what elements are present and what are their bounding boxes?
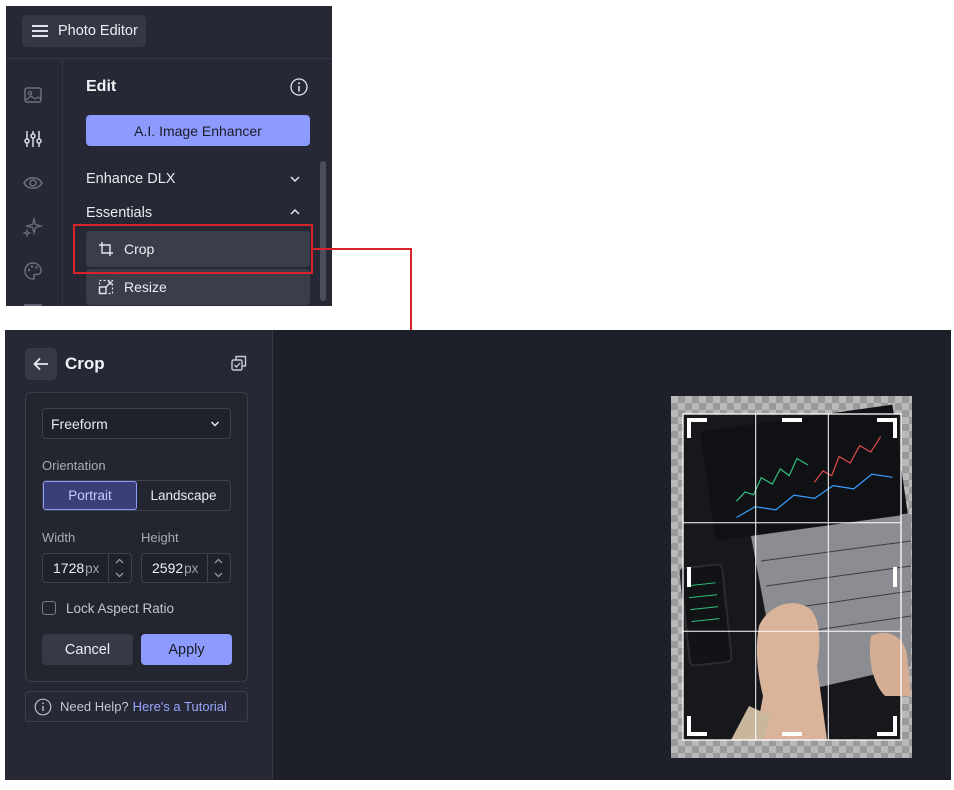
cancel-button[interactable]: Cancel [42,634,133,665]
orientation-toggle: Portrait Landscape [42,480,231,511]
aspect-ratio-value: Freeform [51,415,108,432]
width-stepper[interactable] [108,554,131,582]
help-text: Need Help? [60,699,129,714]
width-value: 1728 [53,560,85,576]
height-stepper[interactable] [207,554,230,582]
width-unit: px [85,560,100,576]
height-input[interactable]: 2592 px [141,553,231,583]
photo [679,404,912,740]
chevron-down-icon[interactable] [115,571,124,578]
chevron-down-icon[interactable] [214,571,223,578]
width-input[interactable]: 1728 px [42,553,132,583]
height-label: Height [141,530,179,545]
crop-sidebar: Crop Freeform Orientation Portrait Lands… [5,330,273,780]
crop-title: Crop [65,354,105,373]
tutorial-link[interactable]: Here's a Tutorial [133,699,227,714]
landscape-button[interactable]: Landscape [137,481,230,510]
chevron-up-icon[interactable] [214,558,223,565]
aspect-ratio-select[interactable]: Freeform [42,408,231,439]
width-label: Width [42,530,76,545]
arrow-left-icon [33,357,48,371]
lock-aspect-ratio-label: Lock Aspect Ratio [66,601,175,616]
portrait-button[interactable]: Portrait [43,481,137,510]
copy-icon[interactable] [230,354,248,372]
info-icon [34,698,52,715]
chevron-down-icon [210,421,220,427]
help-bar: Need Help? Here's a Tutorial [25,691,248,722]
crop-editor-view: Crop Freeform Orientation Portrait Lands… [5,330,951,780]
orientation-label: Orientation [42,458,106,473]
apply-button[interactable]: Apply [141,634,232,665]
crop-canvas-image[interactable] [671,396,912,758]
lock-aspect-ratio-checkbox[interactable] [42,601,56,615]
height-value: 2592 [152,560,184,576]
chevron-up-icon[interactable] [115,558,124,565]
back-button[interactable] [25,348,57,380]
height-unit: px [184,560,199,576]
